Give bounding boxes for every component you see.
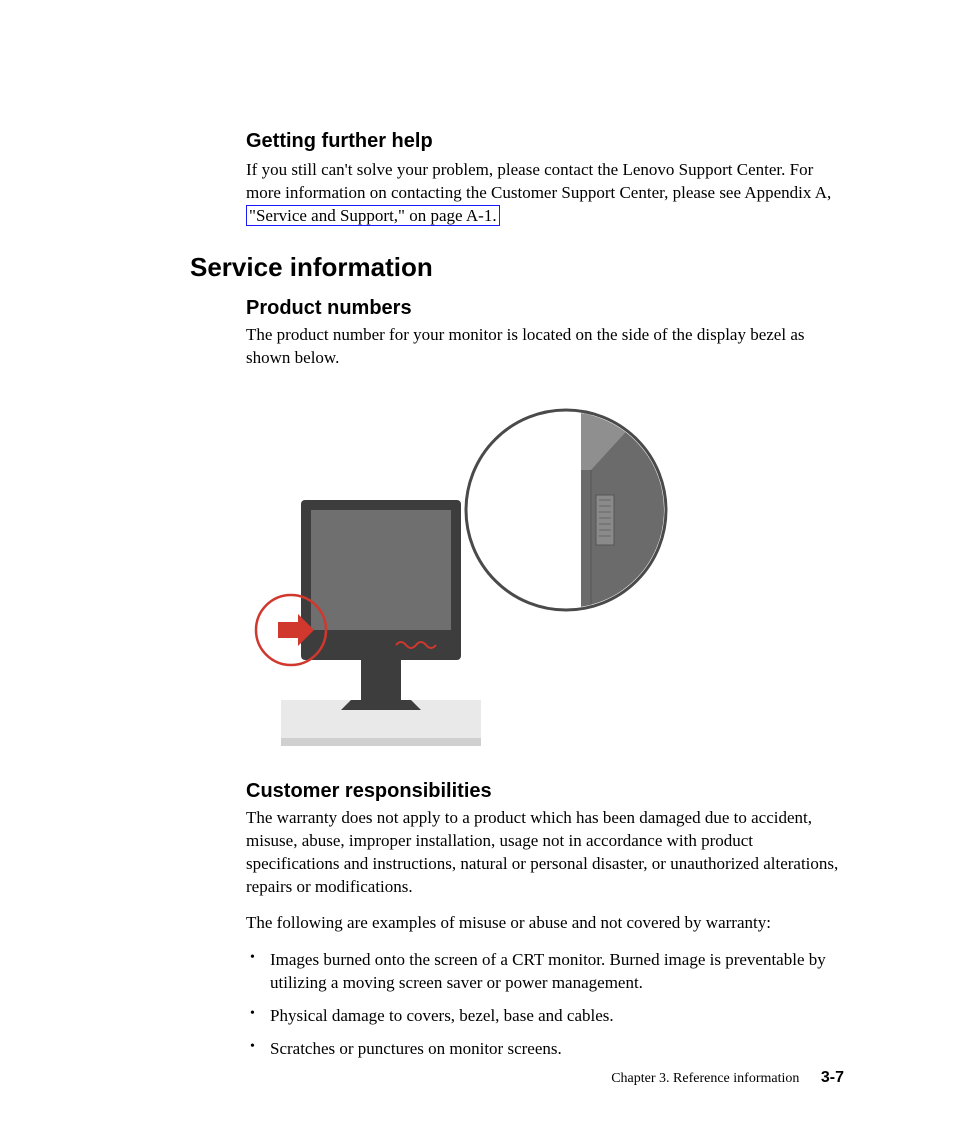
heading-getting-further-help: Getting further help xyxy=(246,130,844,153)
list-item: Images burned onto the screen of a CRT m… xyxy=(246,949,844,995)
paragraph-warranty: The warranty does not apply to a product… xyxy=(246,807,844,899)
paragraph-getting-help: If you still can't solve your problem, p… xyxy=(246,159,844,228)
heading-customer-responsibilities: Customer responsibilities xyxy=(246,780,844,803)
heading-product-numbers: Product numbers xyxy=(246,297,844,320)
footer-chapter: Chapter 3. Reference information xyxy=(611,1071,799,1086)
paragraph-misuse-intro: The following are examples of misuse or … xyxy=(246,912,844,935)
heading-service-information: Service information xyxy=(190,252,844,283)
paragraph-product-numbers: The product number for your monitor is l… xyxy=(246,324,844,370)
footer-page-number: 3-7 xyxy=(821,1069,844,1086)
monitor-illustration-svg xyxy=(246,400,676,760)
getting-help-text: If you still can't solve your problem, p… xyxy=(246,160,831,202)
list-item: Physical damage to covers, bezel, base a… xyxy=(246,1005,844,1028)
page-footer: Chapter 3. Reference information 3-7 xyxy=(611,1069,844,1087)
misuse-list: Images burned onto the screen of a CRT m… xyxy=(246,949,844,1061)
appendix-link[interactable]: "Service and Support," on page A-1. xyxy=(246,205,500,226)
document-page: Getting further help If you still can't … xyxy=(0,0,954,1135)
list-item: Scratches or punctures on monitor screen… xyxy=(246,1038,844,1061)
monitor-figure xyxy=(246,400,676,760)
